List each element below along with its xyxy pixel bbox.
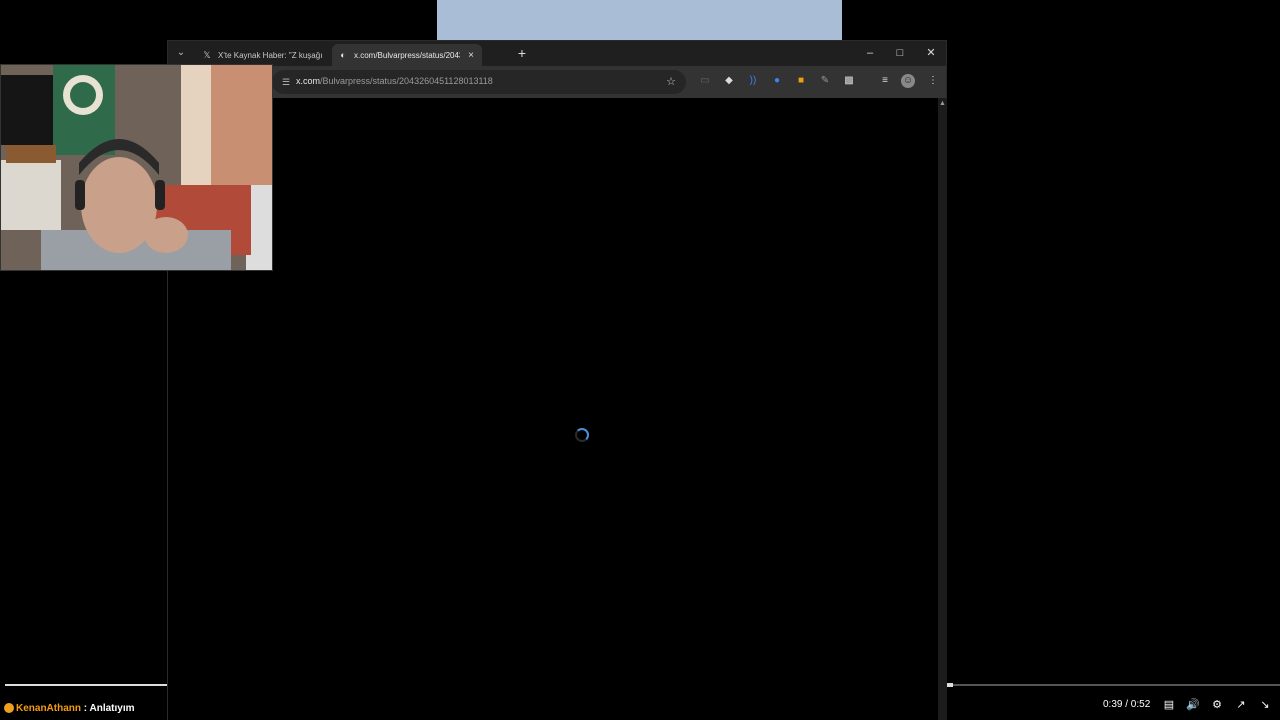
close-window-icon[interactable]: ✕ (921, 44, 941, 62)
settings-gear-icon[interactable]: ⚙ (1210, 698, 1224, 712)
cast-icon[interactable]: ▭ (698, 74, 712, 88)
vertical-scrollbar[interactable]: ▲ (938, 98, 947, 720)
exit-fullscreen-icon[interactable]: ↘ (1258, 698, 1272, 712)
tab-active-status[interactable]: ◐ x.com/Bulvarpress/status/2043 × (332, 44, 482, 66)
pen-extension-icon[interactable]: ✎ (818, 74, 832, 88)
media-control-icon[interactable]: ≡ (878, 74, 892, 88)
volume-icon[interactable]: 🔊 (1186, 698, 1200, 712)
url-text[interactable]: x.com/Bulvarpress/status/204326045112801… (296, 76, 493, 86)
background-window-strip (437, 0, 842, 40)
loading-spinner-icon (575, 428, 589, 442)
user-badge-icon (4, 703, 14, 714)
x-logo-icon: 𝕏 (203, 50, 211, 60)
tab-title: x.com/Bulvarpress/status/2043 (354, 50, 460, 60)
new-tab-button[interactable]: + (514, 45, 530, 61)
seek-knob[interactable] (947, 683, 953, 687)
maximize-icon[interactable]: □ (890, 44, 910, 62)
bookmark-star-icon[interactable]: ☆ (664, 75, 678, 89)
captions-icon[interactable]: ▤ (1162, 698, 1176, 712)
orange-extension-icon[interactable]: ■ (794, 74, 808, 88)
tab-title: X'te Kaynak Haber: "Z kuşağı, s (218, 50, 322, 60)
browser-toolbar: ☰ x.com/Bulvarpress/status/2043260451128… (168, 66, 946, 98)
site-info-icon[interactable]: ☰ (280, 76, 292, 88)
address-bar[interactable]: ☰ x.com/Bulvarpress/status/2043260451128… (272, 70, 686, 94)
extensions-puzzle-icon[interactable]: ▩ (842, 74, 856, 88)
close-tab-icon[interactable]: × (466, 50, 476, 61)
loading-globe-icon: ◐ (340, 50, 346, 60)
chat-caption: KenanAthann : Anlatıyım (4, 703, 135, 714)
scroll-up-arrow-icon[interactable]: ▲ (938, 100, 947, 108)
minimize-icon[interactable]: – (860, 44, 880, 62)
profile-avatar-icon[interactable]: ☺ (901, 74, 915, 88)
webcam-video (1, 65, 272, 270)
chat-username: KenanAthann (16, 703, 81, 714)
player-time: 0:39 / 0:52 (1103, 699, 1151, 710)
blue-circle-extension-icon[interactable]: ● (770, 74, 784, 88)
browser-window: ⌄ 𝕏 X'te Kaynak Haber: "Z kuşağı, s ◐ x.… (167, 40, 947, 720)
webcam-overlay (0, 64, 273, 271)
menu-kebab-icon[interactable]: ⋮ (926, 74, 940, 88)
chat-message: Anlatıyım (89, 703, 135, 714)
audio-extension-icon[interactable]: )) (746, 74, 760, 88)
tab-strip: ⌄ 𝕏 X'te Kaynak Haber: "Z kuşağı, s ◐ x.… (168, 41, 946, 66)
video-seek-bar[interactable] (947, 683, 1280, 687)
left-progress-bar (5, 684, 167, 686)
chat-separator: : (81, 703, 90, 714)
diamond-extension-icon[interactable]: ◆ (722, 74, 736, 88)
page-content (168, 98, 938, 720)
popout-icon[interactable]: ↗ (1234, 698, 1248, 712)
tab-search-button[interactable]: ⌄ (174, 46, 188, 60)
tab-kaynak-haber[interactable]: 𝕏 X'te Kaynak Haber: "Z kuşağı, s (196, 44, 328, 66)
